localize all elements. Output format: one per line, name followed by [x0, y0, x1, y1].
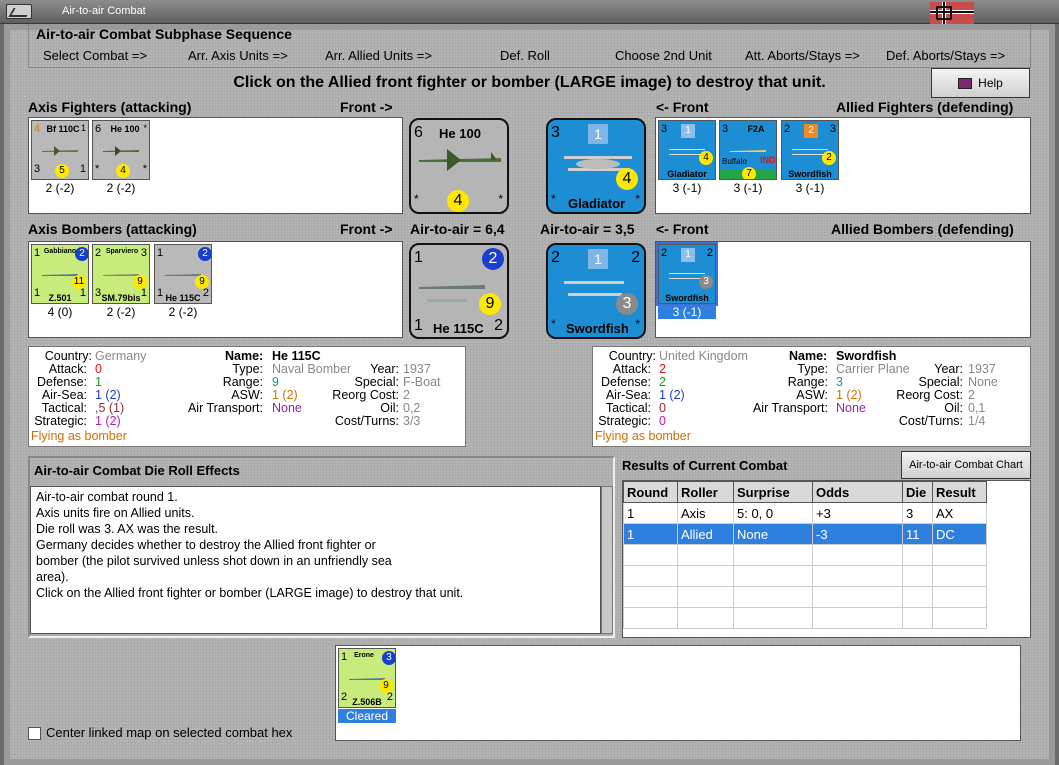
unit-counter-swordfish[interactable]: 2 2 3 2 Swordfish [781, 120, 839, 180]
results-table-panel: Round Roller Surprise Odds Die Result 1A… [622, 480, 1031, 638]
unit-label: 3 (-1) [795, 181, 825, 195]
plane-icon [42, 146, 78, 156]
phase-step-select-combat: Select Combat => [43, 48, 148, 63]
unit-counter-gabbiano[interactable]: 1 Gabbiano 2 11 1 Z.501 1 [31, 244, 89, 304]
unit-label: 3 (-1) [733, 181, 763, 195]
table-header: Round Roller Surprise Odds Die Result [623, 481, 987, 503]
he100-plane-icon [419, 149, 501, 171]
results-table: Round Roller Surprise Odds Die Result 1A… [623, 481, 987, 629]
allied-front-fighter-counter[interactable]: 3 1 4 * Gladiator * [546, 118, 646, 214]
unit-label: 3 (-1) [672, 181, 702, 195]
unit-counter-he100[interactable]: 6 He 100 * 4 * * [92, 120, 150, 180]
table-row-empty [623, 586, 987, 608]
phase-step-def-aborts: Def. Aborts/Stays => [886, 48, 1006, 63]
help-label: Help [978, 76, 1003, 90]
axis-front-bomber-counter: 1 2 9 1 He 115C 2 [409, 243, 509, 339]
die-roll-title: Air-to-air Combat Die Roll Effects [34, 463, 240, 478]
table-row[interactable]: 1 Axis 5: 0, 0 +3 3 AX [623, 502, 987, 524]
phase-sequence-title: Air-to-air Combat Subphase Sequence [36, 26, 292, 42]
allied-front-label: <- Front [656, 99, 709, 115]
unit-counter-erone[interactable]: 1 Erone 3 9 2 Z.506B 2 [338, 648, 396, 708]
phase-step-att-aborts: Att. Aborts/Stays => [745, 48, 860, 63]
window-menu-icon[interactable] [6, 4, 32, 19]
axis-air-to-air-value: Air-to-air = 6,4 [410, 221, 505, 237]
allied-front-bomber-counter[interactable]: 2 1 2 3 * Swordfish * [546, 243, 646, 339]
center-map-checkbox[interactable] [28, 727, 41, 740]
allied-unit-info: Country: United Kingdom Attack: 2 Defense:… [592, 346, 1031, 447]
allied-air-to-air-value: Air-to-air = 3,5 [540, 221, 635, 237]
unit-label: 3 (-1) [658, 305, 716, 319]
instruction-text: Click on the Allied front fighter or bom… [233, 74, 826, 91]
allied-bombers-label: Allied Bombers (defending) [831, 221, 1014, 237]
phase-step-arr-allied: Arr. Allied Units => [325, 48, 432, 63]
phase-step-choose-2nd: Choose 2nd Unit [615, 48, 712, 63]
unit-counter-he115c[interactable]: 1 2 9 1 He 115C 2 [154, 244, 212, 304]
center-map-label: Center linked map on selected combat hex [46, 725, 293, 740]
axis-bombers-label: Axis Bombers (attacking) [28, 221, 197, 237]
unit-counter-f2a[interactable]: 3 F2A Buffalo IND 7 [719, 120, 777, 180]
he115c-plane-icon [419, 285, 485, 302]
air-to-air-chart-button[interactable]: Air-to-air Combat Chart [901, 451, 1031, 479]
axis-front-label: Front -> [340, 99, 393, 115]
book-icon [958, 78, 973, 90]
title-bar: Air-to-air Combat [0, 0, 1059, 24]
unit-label: 2 (-2) [168, 305, 198, 319]
unit-label: 4 (0) [47, 305, 73, 319]
allied-fighters-label: Allied Fighters (defending) [836, 99, 1014, 115]
table-row-selected[interactable]: 1 Allied None -3 11 DC [623, 523, 987, 545]
axis-unit-info: Country: Germany Attack: 0 Defense: 1 Air-S… [28, 346, 466, 447]
german-flag-icon [930, 2, 974, 24]
die-roll-scrollbar[interactable] [601, 486, 613, 634]
table-row-empty [623, 607, 987, 629]
plane-icon [103, 146, 139, 156]
unit-status-label: Cleared [338, 709, 396, 723]
help-button[interactable]: Help [931, 68, 1030, 98]
phase-step-arr-axis: Arr. Axis Units => [188, 48, 288, 63]
unit-counter-gladiator[interactable]: 3 1 4 Gladiator [658, 120, 716, 180]
axis-front2-label: Front -> [340, 221, 393, 237]
unit-label: 2 (-2) [106, 305, 136, 319]
allied-front2-label: <- Front [656, 221, 709, 237]
phase-step-def-roll: Def. Roll [500, 48, 550, 63]
table-row-empty [623, 565, 987, 587]
die-roll-log: Air-to-air combat round 1. Axis units fi… [30, 486, 601, 634]
unit-label: 2 (-2) [45, 181, 75, 195]
table-row-empty [623, 544, 987, 566]
axis-front-fighter-counter: 6 He 100 * 4 * [409, 118, 509, 214]
results-title: Results of Current Combat [622, 458, 788, 473]
unit-counter-sparviero[interactable]: 2 Sparviero 3 9 3 SM.79bis 1 [92, 244, 150, 304]
axis-fighters-label: Axis Fighters (attacking) [28, 99, 192, 115]
window-title: Air-to-air Combat [62, 5, 146, 17]
unit-counter-bf110c[interactable]: 4 Bf 110C 1 5 3 1 [31, 120, 89, 180]
unit-label: 2 (-2) [106, 181, 136, 195]
combat-hex-list [335, 645, 1021, 741]
unit-counter-swordfish-bomber[interactable]: 2 1 2 3 Swordfish [656, 242, 718, 306]
